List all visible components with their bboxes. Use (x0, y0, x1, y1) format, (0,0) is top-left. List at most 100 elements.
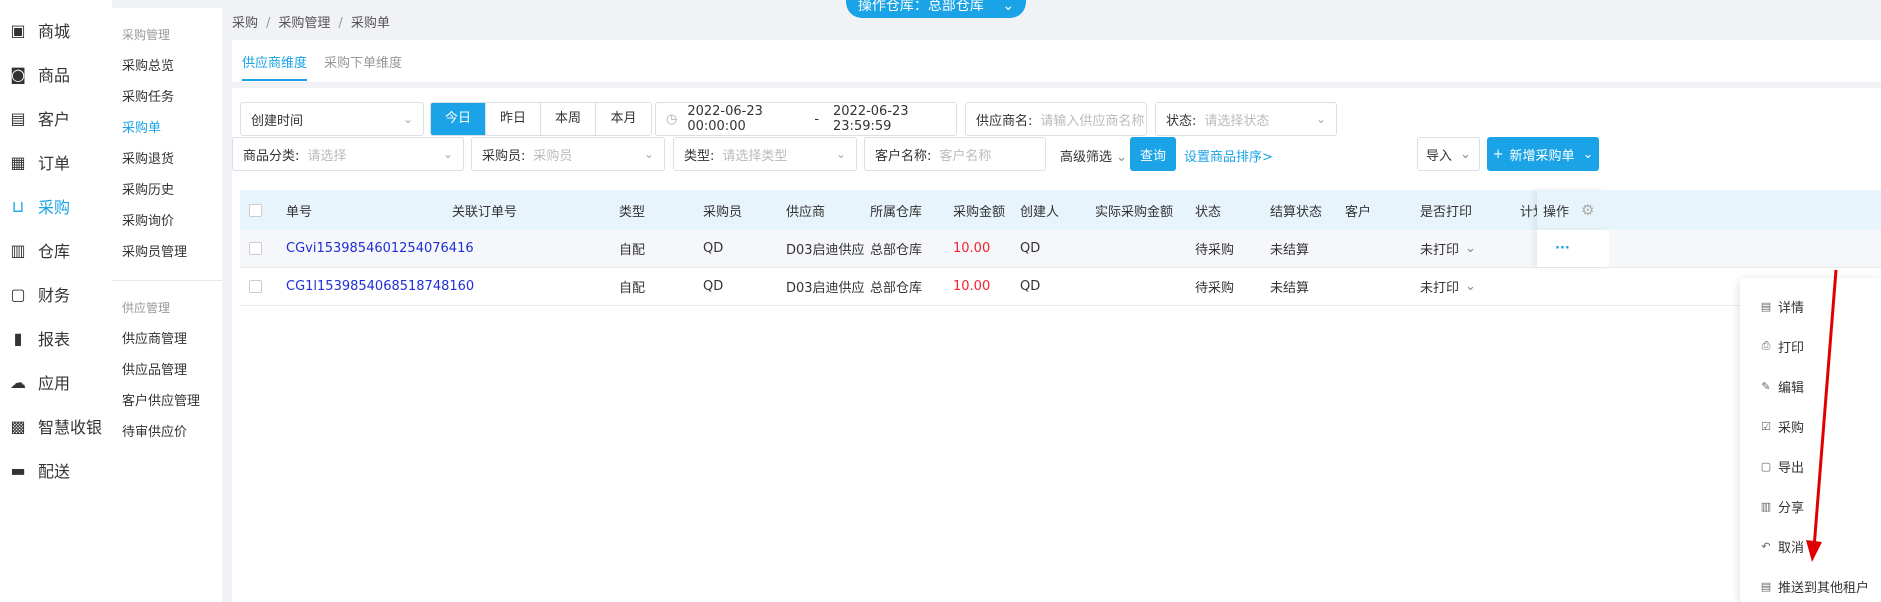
tabs-bar: 供应商维度 采购下单维度 (232, 40, 1881, 82)
column-header: 关联订单号 (452, 204, 518, 220)
menu-item-print[interactable]: ⎙ 打印 (1740, 326, 1881, 366)
chevron-down-icon: ⌄ (1465, 279, 1476, 294)
secondary-sidebar: 采购管理 采购总览 采购任务 采购单 采购退货 采购历史 采购询价 采购员管理 … (112, 8, 222, 602)
advanced-filter-toggle[interactable]: 高级筛选 ⌄ (1060, 146, 1127, 165)
sidebar-item-delivery[interactable]: ▬ 配送 (0, 444, 112, 496)
print-status-select[interactable]: 未打印 ⌄ (1420, 268, 1476, 305)
subnav-item-customer-supply[interactable]: 客户供应管理 (112, 386, 222, 417)
supplier-name-placeholder: 请输入供应商名称 (1040, 113, 1145, 129)
quick-date-today[interactable]: 今日 (431, 103, 486, 135)
menu-item-label: 编辑 (1778, 380, 1805, 396)
sidebar-item-label: 采购 (38, 198, 71, 217)
chevron-down-icon: ⌄ (402, 112, 413, 126)
chevron-down-icon: ⌄ (835, 147, 846, 161)
chevron-down-icon: ⌄ (1116, 150, 1128, 165)
subnav-item-overview[interactable]: 采购总览 (112, 51, 222, 82)
column-header: 采购员 (703, 204, 743, 220)
menu-item-push-tenant[interactable]: ▤ 推送到其他租户 (1740, 566, 1881, 602)
date-type-value: 创建时间 (251, 113, 304, 129)
column-header: 采购金额 (953, 204, 1006, 220)
breadcrumb-item[interactable]: 采购 (232, 16, 258, 31)
order-number-link[interactable]: CG1l1539854068518748160 (286, 268, 474, 305)
date-range-picker[interactable]: ◷ 2022-06-23 00:00:00 - 2022-06-23 23:59… (655, 102, 957, 136)
sidebar-item-label: 商城 (38, 22, 71, 41)
sidebar-item-label: 智慧收银 (38, 418, 103, 437)
print-status-select[interactable]: 未打印 ⌄ (1420, 230, 1476, 267)
date-end: 2022-06-23 23:59:59 (833, 104, 909, 134)
table-row[interactable]: CG1l1539854068518748160 自配 QD D03启迪供应 总部… (240, 268, 1881, 306)
quick-date-group: 今日 昨日 本周 本月 (430, 102, 652, 136)
print-status-value: 未打印 (1420, 243, 1460, 258)
subnav-item-returns[interactable]: 采购退货 (112, 144, 222, 175)
cash-register-icon: ▩ (10, 416, 26, 436)
actions-header: 操作 ⚙ (1537, 190, 1609, 230)
category-placeholder: 请选择 (307, 148, 347, 164)
type-select[interactable]: 类型: 请选择类型 ⌄ (673, 137, 857, 171)
subnav-item-supply-goods[interactable]: 供应品管理 (112, 355, 222, 386)
chevron-down-icon: ⌄ (1465, 241, 1476, 256)
menu-item-label: 打印 (1778, 340, 1805, 356)
cell-supplier: D03启迪供应 (786, 281, 865, 296)
subnav-item-purchase-order[interactable]: 采购单 (112, 113, 222, 144)
cell-status: 待采购 (1195, 281, 1235, 296)
query-button[interactable]: 查询 (1130, 137, 1176, 171)
supplier-name-field[interactable]: 供应商名: 请输入供应商名称 (965, 102, 1147, 136)
warehouse-switch-badge[interactable]: 操作仓库：总部仓库 ⌄ (846, 0, 1026, 18)
plus-icon: + (1492, 146, 1504, 162)
clock-icon: ◷ (666, 111, 678, 127)
subnav-item-inquiry[interactable]: 采购询价 (112, 206, 222, 237)
actions-cell: ··· (1537, 230, 1609, 267)
date-start: 2022-06-23 00:00:00 (687, 104, 763, 134)
row-actions-menu: ▤ 详情 ⎙ 打印 ✎ 编辑 ☑ 采购 ▢ 导出 ▥ 分享 ↶ 取消 ▤ 推送到其他租户 (1740, 278, 1881, 602)
menu-item-share[interactable]: ▥ 分享 (1740, 486, 1881, 526)
tab-order-dimension[interactable]: 采购下单维度 (324, 52, 402, 71)
select-all-checkbox[interactable] (248, 203, 262, 217)
edit-icon: ✎ (1761, 379, 1771, 393)
subnav-item-supplier-mgmt[interactable]: 供应商管理 (112, 324, 222, 355)
quick-date-month[interactable]: 本月 (596, 103, 651, 135)
tab-supplier-dimension[interactable]: 供应商维度 (242, 52, 308, 81)
new-purchase-order-button[interactable]: + 新增采购单 ⌄ (1487, 137, 1599, 171)
table-row[interactable]: CGvi1539854601254076416 自配 QD D03启迪供应 总部… (240, 230, 1881, 268)
row-checkbox[interactable] (248, 242, 262, 255)
bag-icon: ◙ (10, 64, 26, 84)
gear-icon[interactable]: ⚙ (1581, 201, 1594, 219)
order-number-link[interactable]: CGvi1539854601254076416 (286, 230, 474, 267)
menu-item-edit[interactable]: ✎ 编辑 (1740, 366, 1881, 406)
more-actions-icon[interactable]: ··· (1555, 241, 1570, 256)
subnav-item-tasks[interactable]: 采购任务 (112, 82, 222, 113)
menu-item-purchase[interactable]: ☑ 采购 (1740, 406, 1881, 446)
cell-settle-status: 未结算 (1270, 243, 1310, 258)
cell-amount: 10.00 (953, 241, 991, 256)
menu-item-label: 导出 (1778, 460, 1805, 476)
row-checkbox[interactable] (248, 280, 262, 293)
quick-date-yesterday[interactable]: 昨日 (486, 103, 541, 135)
sidebar-item-label: 财务 (38, 286, 71, 305)
sort-settings-link[interactable]: 设置商品排序> (1184, 146, 1273, 165)
subnav-item-pending-price[interactable]: 待审供应价 (112, 417, 222, 448)
menu-item-label: 分享 (1778, 500, 1805, 516)
cell-settle-status: 未结算 (1270, 281, 1310, 296)
cell-status: 待采购 (1195, 243, 1235, 258)
print-status-value: 未打印 (1420, 281, 1460, 296)
quick-date-week[interactable]: 本周 (541, 103, 596, 135)
menu-item-export[interactable]: ▢ 导出 (1740, 446, 1881, 486)
menu-item-cancel[interactable]: ↶ 取消 (1740, 526, 1881, 566)
column-header: 客户 (1345, 204, 1372, 220)
status-placeholder: 请选择状态 (1204, 113, 1270, 129)
sidebar-item-label: 商品 (38, 66, 71, 85)
breadcrumb-item[interactable]: 采购管理 (278, 16, 330, 31)
date-type-select[interactable]: 创建时间 ⌄ (240, 102, 424, 136)
import-button[interactable]: 导入 ⌄ (1417, 137, 1480, 171)
sidebar-item-label: 订单 (38, 154, 71, 173)
subnav-item-history[interactable]: 采购历史 (112, 175, 222, 206)
menu-item-detail[interactable]: ▤ 详情 (1740, 286, 1881, 326)
buyer-select[interactable]: 采购员: 采购员 ⌄ (471, 137, 665, 171)
status-select[interactable]: 状态: 请选择状态 ⌄ (1155, 102, 1337, 136)
subnav-item-buyer-mgmt[interactable]: 采购员管理 (112, 237, 222, 268)
cell-type: 自配 (619, 243, 646, 258)
category-select[interactable]: 商品分类: 请选择 ⌄ (232, 137, 464, 171)
column-header: 所属仓库 (870, 204, 923, 220)
wallet-icon: ▢ (10, 284, 26, 304)
customer-name-field[interactable]: 客户名称: 客户名称 (864, 137, 1046, 171)
